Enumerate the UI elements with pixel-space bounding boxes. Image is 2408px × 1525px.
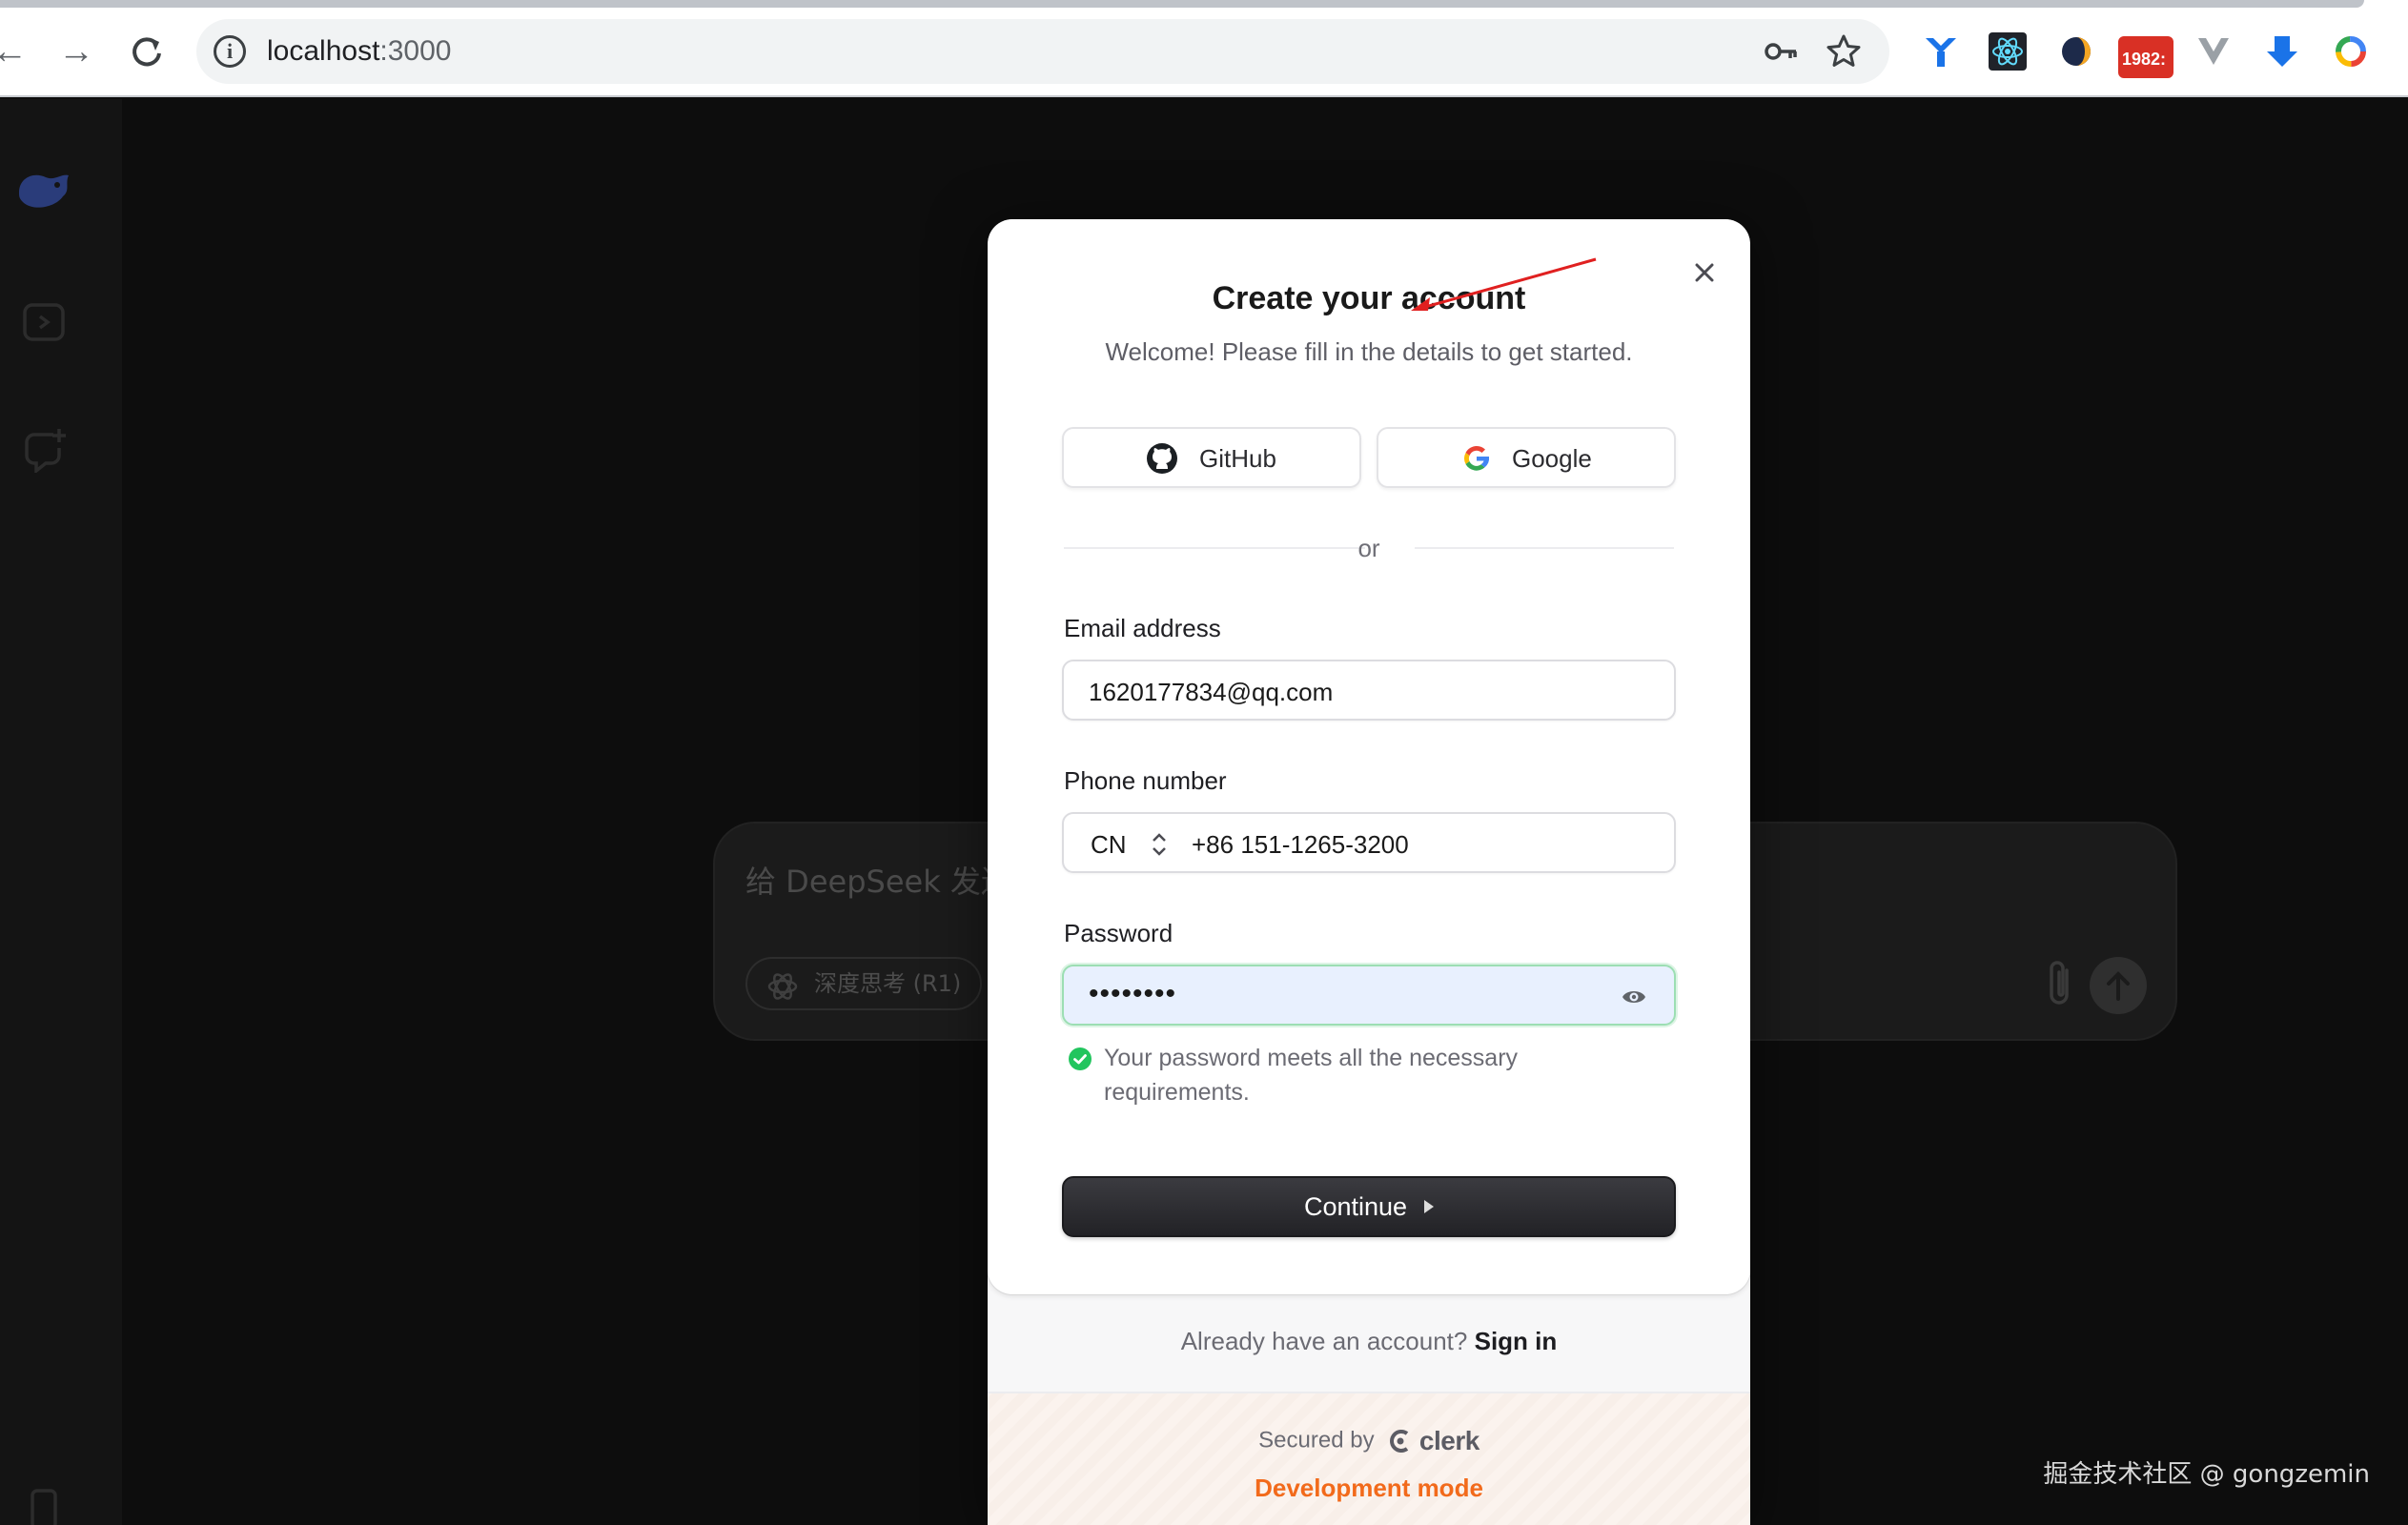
app-sidebar <box>0 99 122 1525</box>
attach-paperclip-icon[interactable] <box>2038 957 2080 1010</box>
clerk-wordmark: clerk <box>1418 1426 1479 1455</box>
deep-think-label: 深度思考 (R1) <box>814 970 962 997</box>
signin-prompt: Already have an account? Sign in <box>988 1327 1750 1356</box>
tab-strip-edge <box>0 0 2364 8</box>
google-button[interactable]: Google <box>1377 427 1676 488</box>
composer-placeholder[interactable]: 给 DeepSeek 发送 <box>745 858 1011 902</box>
site-info-icon[interactable]: i <box>214 35 246 68</box>
arrow-up-icon <box>2107 971 2130 1001</box>
check-circle-icon <box>1069 1047 1092 1070</box>
github-button[interactable]: GitHub <box>1062 427 1361 488</box>
bookmark-star-icon[interactable] <box>1825 32 1863 71</box>
phone-value: +86 151-1265-3200 <box>1192 830 1409 859</box>
email-value: 1620177834@qq.com <box>1089 678 1334 706</box>
password-key-icon[interactable] <box>1762 32 1800 71</box>
annotation-arrow <box>1411 257 1597 311</box>
continue-button[interactable]: Continue <box>1062 1176 1676 1237</box>
browser-toolbar: ← → i localhost:3000 1982: <box>0 0 2408 97</box>
ext-half-moon-icon[interactable] <box>2057 32 2095 71</box>
caret-right-icon <box>1424 1199 1435 1213</box>
continue-label: Continue <box>1303 1192 1408 1221</box>
show-password-eye-icon[interactable] <box>1621 986 1647 1008</box>
react-devtools-icon[interactable] <box>1989 32 2027 71</box>
page-subtitle: Welcome! Please fill in the details to g… <box>1105 337 1633 366</box>
have-account-text: Already have an account? <box>1180 1327 1468 1355</box>
back-icon[interactable]: ← <box>0 29 32 74</box>
password-field[interactable]: •••••••• <box>1062 965 1676 1026</box>
secured-by: Secured by clerk <box>988 1426 1750 1456</box>
dev-mode-footer: Secured by clerk Development mode <box>988 1393 1750 1525</box>
google-icon <box>1464 446 1490 471</box>
secured-by-text: Secured by <box>1258 1427 1375 1454</box>
deep-think-toggle[interactable]: 深度思考 (R1) <box>745 957 983 1010</box>
google-label: Google <box>1512 444 1592 473</box>
atom-icon <box>767 973 798 1000</box>
clerk-logo-icon <box>1390 1430 1409 1453</box>
email-field[interactable]: 1620177834@qq.com <box>1062 660 1676 721</box>
signup-modal: Create your account Welcome! Please fill… <box>988 219 1750 1525</box>
ext-1982-icon[interactable]: 1982: <box>2118 36 2173 78</box>
mobile-app-icon[interactable] <box>21 1487 67 1525</box>
forward-icon[interactable]: → <box>53 29 99 74</box>
github-icon <box>1147 443 1177 474</box>
ext-arrow-down-icon[interactable] <box>2263 32 2301 71</box>
address-bar[interactable]: i localhost:3000 <box>196 19 1889 84</box>
github-label: GitHub <box>1199 444 1276 473</box>
password-label: Password <box>1064 919 1173 947</box>
y-ext-icon[interactable] <box>1922 32 1960 71</box>
chevron-updown-icon[interactable] <box>1150 829 1169 860</box>
phone-label: Phone number <box>1064 766 1227 795</box>
divider-right <box>1415 547 1674 549</box>
watermark: 掘金技术社区 @ gongzemin <box>2043 1460 2370 1489</box>
sidebar-toggle-icon[interactable] <box>21 299 67 345</box>
country-select[interactable]: CN <box>1091 830 1127 860</box>
password-value: •••••••• <box>1089 978 1177 1009</box>
reload-icon[interactable] <box>124 29 170 74</box>
password-success-message: Your password meets all the necessary re… <box>1068 1041 1602 1109</box>
development-mode-label: Development mode <box>1255 1474 1483 1502</box>
vue-devtools-icon[interactable] <box>2194 32 2233 71</box>
signin-link[interactable]: Sign in <box>1475 1327 1558 1355</box>
ext-color-ring-icon[interactable] <box>2332 32 2370 71</box>
url-text[interactable]: localhost:3000 <box>267 34 451 69</box>
send-button[interactable] <box>2090 957 2147 1014</box>
ext-1982-label: 1982: <box>2122 50 2167 69</box>
email-label: Email address <box>1064 614 1221 642</box>
phone-field[interactable]: CN +86 151-1265-3200 <box>1062 812 1676 873</box>
deepseek-whale-logo-icon <box>19 174 69 208</box>
new-chat-icon[interactable] <box>21 427 67 473</box>
password-success-text: Your password meets all the necessary re… <box>1104 1045 1519 1106</box>
signup-card: Create your account Welcome! Please fill… <box>988 219 1750 1294</box>
